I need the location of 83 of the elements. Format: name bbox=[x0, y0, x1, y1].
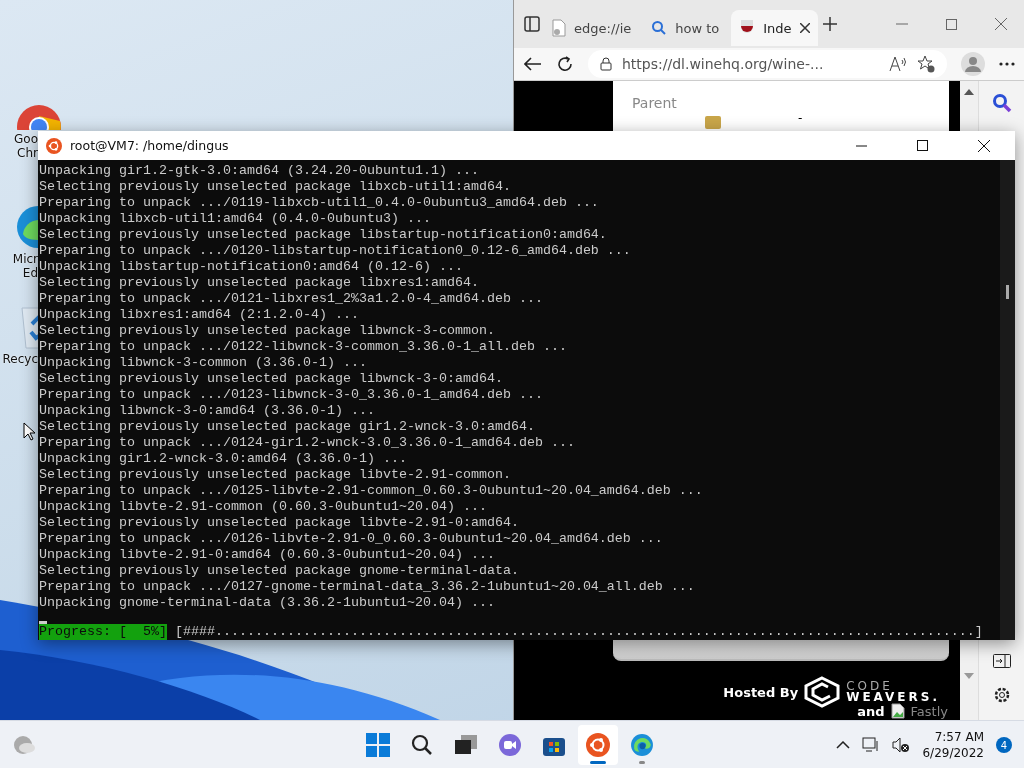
terminal-line: Preparing to unpack .../0123-libwnck-3-0_3.36.0-1_amd64.deb ... bbox=[39, 387, 544, 403]
url-text: https://dl.winehq.org/wine-... bbox=[622, 56, 824, 72]
terminal-line: Unpacking gir1.2-wnck-3.0:amd64 (3.36.0-1) ... bbox=[39, 451, 408, 467]
browser-tab[interactable]: edge://ie bbox=[544, 10, 640, 46]
chat-icon bbox=[498, 733, 522, 757]
network-icon[interactable] bbox=[862, 737, 881, 753]
ubuntu-logo-icon bbox=[46, 137, 62, 154]
terminal-line: Unpacking libvte-2.91-0:amd64 (0.60.3-0ubuntu1~20.04) ... bbox=[39, 547, 496, 563]
terminal-line: Unpacking libvte-2.91-common (0.60.3-0ubuntu1~20.04) ... bbox=[39, 499, 488, 515]
favorite-star-icon bbox=[917, 55, 935, 73]
terminal-line: Selecting previously unselected package gnome-terminal-data. bbox=[39, 563, 520, 579]
desktop-icon-label[interactable]: Goo Chr bbox=[14, 132, 38, 160]
terminal-line: Selecting previously unselected package gir1.2-wnck-3.0:amd64. bbox=[39, 419, 536, 435]
terminal-line: Preparing to unpack .../0120-libstartup-notification0_0.12-6_amd64.deb ... bbox=[39, 243, 632, 259]
maximize-icon[interactable] bbox=[917, 140, 928, 151]
clock-time[interactable]: 7:57 AM bbox=[934, 729, 984, 745]
lock-icon bbox=[600, 57, 612, 71]
windows-start-icon bbox=[366, 733, 390, 757]
mouse-cursor-icon bbox=[23, 422, 35, 441]
ubuntu-logo-icon bbox=[586, 733, 610, 757]
profile-avatar-icon[interactable] bbox=[961, 52, 985, 76]
hosted-by-text: Hosted By bbox=[723, 684, 799, 700]
search-icon bbox=[651, 20, 668, 36]
terminal-line: Selecting previously unselected package libvte-2.91-common. bbox=[39, 467, 512, 483]
terminal-line: Selecting previously unselected package libwnck-3-common. bbox=[39, 323, 496, 339]
progress-bar-text: [####...............................................................................................] bbox=[175, 624, 983, 640]
desktop-icon-label[interactable]: Recyc bbox=[2, 352, 38, 366]
chevron-up-icon[interactable] bbox=[836, 741, 851, 749]
size-text: - bbox=[798, 111, 803, 125]
close-icon bbox=[799, 23, 810, 33]
terminal-line: Selecting previously unselected package libxcb-util1:amd64. bbox=[39, 179, 512, 195]
terminal-line: Selecting previously unselected package libstartup-notification0:amd64. bbox=[39, 227, 608, 243]
address-bar[interactable]: https://dl.winehq.org/wine-... bbox=[588, 50, 947, 78]
terminal-line: Unpacking libwnck-3-0:amd64 (3.36.0-1) ... bbox=[39, 403, 376, 419]
codeweavers-logo-icon[interactable] bbox=[804, 676, 841, 708]
terminal-line: Preparing to unpack .../0126-libvte-2.91-0_0.60.3-0ubuntu1~20.04_amd64.deb ... bbox=[39, 531, 664, 547]
text-cursor bbox=[39, 621, 47, 624]
terminal-line: Unpacking libstartup-notification0:amd64 (0.12-6) ... bbox=[39, 259, 464, 275]
parent-link[interactable]: Parent bbox=[632, 95, 677, 111]
terminal-line: Selecting previously unselected package libvte-2.91-0:amd64. bbox=[39, 515, 520, 531]
refresh-icon[interactable] bbox=[556, 55, 574, 73]
split-screen-icon[interactable] bbox=[993, 654, 1011, 668]
progress-label: Progress: [ 5%] bbox=[39, 624, 167, 640]
notification-badge[interactable]: 4 bbox=[996, 737, 1012, 753]
search-icon bbox=[411, 734, 433, 756]
recycle-bin-icon[interactable] bbox=[18, 304, 38, 350]
terminal-line: Selecting previously unselected package libwnck-3-0:amd64. bbox=[39, 371, 504, 387]
new-tab-icon[interactable] bbox=[821, 16, 838, 32]
terminal-line: Unpacking gnome-terminal-data (3.36.2-1ubuntu1~20.04) ... bbox=[39, 595, 496, 611]
terminal-line: Unpacking gir1.2-gtk-3.0:amd64 (3.24.20-0ubuntu1.1) ... bbox=[39, 163, 480, 179]
close-icon[interactable] bbox=[978, 139, 990, 152]
scrollbar[interactable] bbox=[1000, 160, 1015, 640]
terminal-line: Preparing to unpack .../0119-libxcb-util1_0.4.0-0ubuntu3_amd64.deb ... bbox=[39, 195, 600, 211]
terminal-line: Preparing to unpack .../0121-libxres1_2%3a1.2.0-4_amd64.deb ... bbox=[39, 291, 544, 307]
browser-tab[interactable]: Inde bbox=[731, 10, 818, 46]
and-text: and bbox=[857, 703, 885, 719]
terminal-line: Preparing to unpack .../0122-libwnck-3-common_3.36.0-1_all.deb ... bbox=[39, 339, 568, 355]
read-aloud-icon bbox=[889, 56, 907, 72]
back-arrow-icon[interactable] bbox=[524, 57, 542, 71]
settings-icon[interactable] bbox=[993, 686, 1011, 704]
search-icon[interactable] bbox=[992, 93, 1012, 113]
terminal-line: Unpacking libwnck-3-common (3.36.0-1) ... bbox=[39, 355, 368, 371]
more-menu-icon[interactable] bbox=[999, 62, 1015, 66]
page-icon bbox=[552, 19, 566, 37]
speaker-muted-icon[interactable] bbox=[892, 737, 911, 753]
edge-logo-icon[interactable] bbox=[630, 733, 654, 757]
terminal-line: Unpacking libxcb-util1:amd64 (0.4.0-0ubuntu3) ... bbox=[39, 211, 432, 227]
image-alt-text: Fastly bbox=[910, 703, 948, 719]
browser-tab[interactable]: how to bbox=[643, 10, 728, 46]
terminal-line: Unpacking libxres1:amd64 (2:1.2.0-4) ... bbox=[39, 307, 360, 323]
logo-text: WEAVERS. bbox=[846, 692, 940, 703]
terminal-line: Preparing to unpack .../0124-gir1.2-wnck-3.0_3.36.0-1_amd64.deb ... bbox=[39, 435, 576, 451]
scroll-up-icon[interactable] bbox=[964, 89, 974, 95]
task-view-icon bbox=[455, 735, 477, 755]
window-title: root@VM7: /home/dingus bbox=[70, 138, 229, 153]
minimize-icon[interactable] bbox=[856, 144, 867, 147]
terminal-line: Preparing to unpack .../0125-libvte-2.91-common_0.60.3-0ubuntu1~20.04_amd64.deb ... bbox=[39, 483, 704, 499]
desktop-icon-label[interactable]: Micr Ed bbox=[12, 252, 38, 280]
logo-text: CODE bbox=[846, 681, 893, 692]
terminal-line: Preparing to unpack .../0127-gnome-terminal-data_3.36.2-1ubuntu1~20.04_all.deb ... bbox=[39, 579, 696, 595]
clock-date[interactable]: 6/29/2022 bbox=[922, 745, 984, 761]
terminal-line: Selecting previously unselected package libxres1:amd64. bbox=[39, 275, 480, 291]
sidebar-toggle-icon[interactable] bbox=[524, 16, 540, 32]
